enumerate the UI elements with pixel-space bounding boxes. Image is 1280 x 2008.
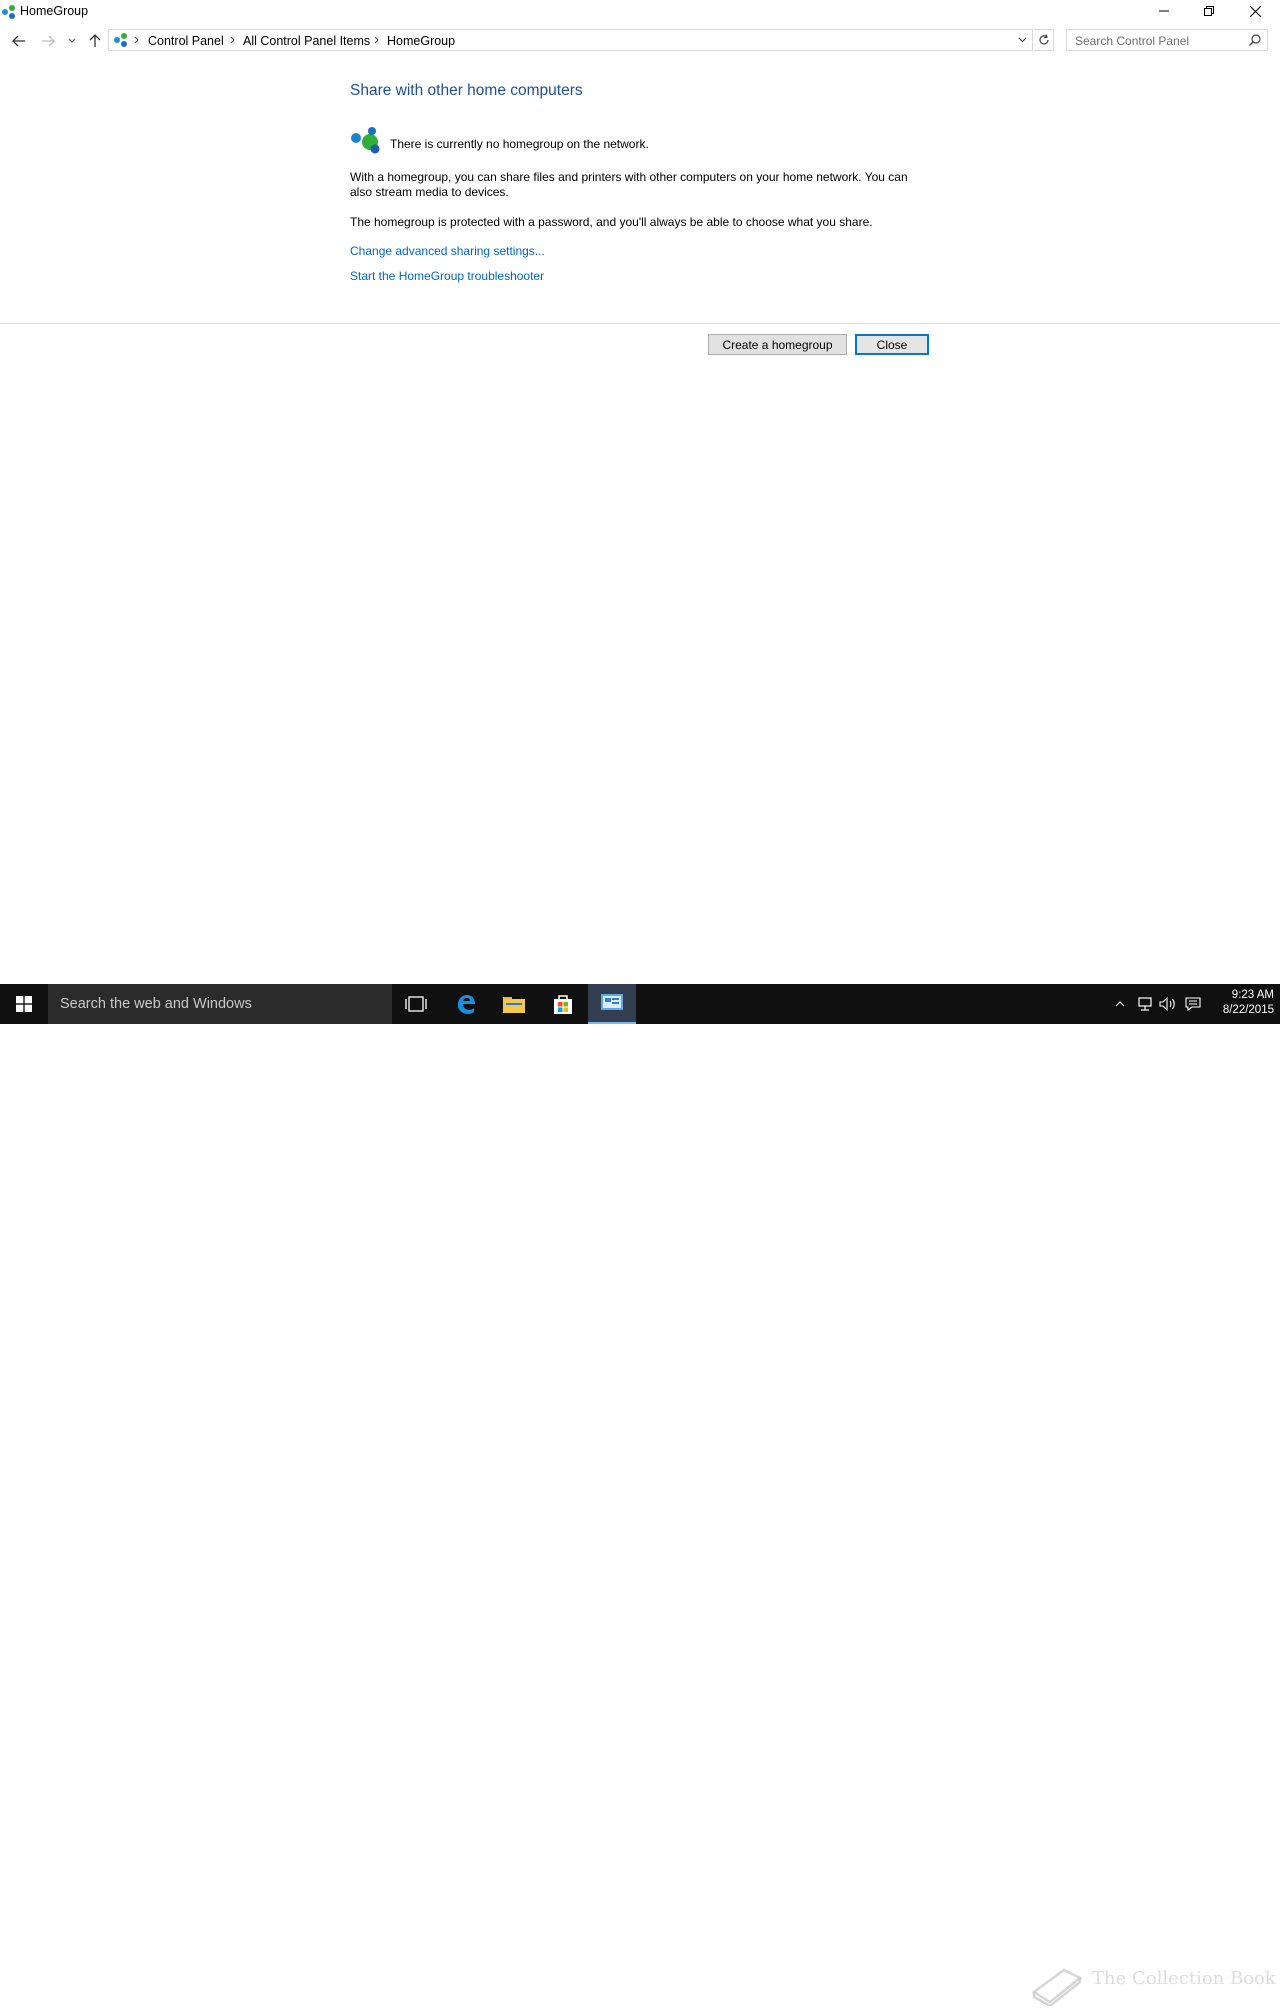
address-bar[interactable]: Control Panel All Control Panel Items Ho… bbox=[108, 29, 1033, 51]
troubleshooter-link[interactable]: Start the HomeGroup troubleshooter bbox=[350, 269, 544, 283]
search-placeholder: Search Control Panel bbox=[1075, 34, 1190, 48]
restore-icon bbox=[1204, 6, 1214, 16]
taskbar-search-box[interactable]: Search the web and Windows bbox=[48, 984, 392, 1024]
watermark-text: The Collection Book bbox=[1092, 1968, 1276, 1989]
title-bar: HomeGroup bbox=[0, 0, 1280, 24]
restore-button[interactable] bbox=[1186, 0, 1232, 22]
store-icon bbox=[554, 995, 572, 1014]
chevron-right-icon bbox=[230, 36, 235, 44]
notification-icon bbox=[1185, 997, 1201, 1011]
chevron-down-icon bbox=[68, 38, 76, 43]
homegroup-status-icon bbox=[351, 127, 380, 154]
chevron-right-icon bbox=[134, 36, 139, 44]
volume-tray-button[interactable] bbox=[1158, 994, 1178, 1014]
navigation-bar: Control Panel All Control Panel Items Ho… bbox=[0, 28, 1280, 54]
breadcrumb-control-panel[interactable]: Control Panel bbox=[148, 34, 224, 48]
address-dropdown-button[interactable] bbox=[1012, 30, 1032, 50]
book-logo-icon bbox=[1031, 1968, 1083, 2006]
up-button[interactable] bbox=[86, 31, 104, 51]
breadcrumb-all-items[interactable]: All Control Panel Items bbox=[243, 34, 370, 48]
description-paragraph: With a homegroup, you can share files an… bbox=[350, 170, 908, 199]
action-center-button[interactable] bbox=[1183, 994, 1203, 1014]
task-view-icon bbox=[405, 996, 427, 1012]
arrow-up-icon bbox=[89, 34, 101, 47]
arrow-left-icon bbox=[12, 35, 25, 47]
watermark: The Collection Book bbox=[1030, 1962, 1276, 2008]
network-tray-button[interactable] bbox=[1134, 994, 1154, 1014]
edge-icon bbox=[458, 995, 475, 1014]
create-homegroup-button[interactable]: Create a homegroup bbox=[708, 334, 847, 355]
minimize-icon bbox=[1159, 10, 1169, 12]
start-button[interactable] bbox=[0, 984, 48, 1024]
network-icon bbox=[1138, 997, 1152, 1011]
task-view-button[interactable] bbox=[392, 984, 440, 1024]
homegroup-icon bbox=[114, 33, 127, 47]
window-title: HomeGroup bbox=[20, 4, 89, 18]
control-panel-icon bbox=[601, 994, 623, 1010]
chevron-up-icon bbox=[1115, 1001, 1125, 1007]
forward-button[interactable] bbox=[39, 31, 57, 51]
close-window-button[interactable] bbox=[1232, 0, 1278, 22]
divider bbox=[0, 323, 1280, 324]
close-button[interactable]: Close bbox=[855, 334, 929, 355]
password-info-paragraph: The homegroup is protected with a passwo… bbox=[350, 215, 873, 229]
control-panel-app-button[interactable] bbox=[588, 984, 636, 1024]
folder-icon bbox=[503, 997, 525, 1013]
breadcrumb-homegroup[interactable]: HomeGroup bbox=[387, 34, 455, 48]
file-explorer-button[interactable] bbox=[490, 984, 538, 1024]
clock-date: 8/22/2015 bbox=[1222, 1004, 1274, 1016]
store-app-button[interactable] bbox=[539, 984, 587, 1024]
page-heading: Share with other home computers bbox=[350, 82, 583, 99]
homegroup-icon bbox=[2, 5, 15, 19]
arrow-right-icon bbox=[42, 35, 55, 47]
back-button[interactable] bbox=[10, 31, 28, 51]
volume-icon bbox=[1159, 997, 1175, 1011]
windows-logo-icon bbox=[16, 996, 32, 1012]
taskbar: Search the web and Windows The Collectio… bbox=[0, 984, 1280, 2006]
edge-app-button[interactable] bbox=[442, 984, 490, 1024]
clock-time: 9:23 AM bbox=[1231, 989, 1274, 1001]
minimize-button[interactable] bbox=[1141, 0, 1187, 22]
chevron-down-icon bbox=[1018, 37, 1026, 43]
advanced-sharing-link[interactable]: Change advanced sharing settings... bbox=[350, 244, 545, 258]
taskbar-search-text: Search the web and Windows bbox=[60, 996, 252, 1012]
chevron-right-icon bbox=[374, 36, 379, 44]
search-input[interactable]: Search Control Panel bbox=[1066, 29, 1268, 51]
status-message: There is currently no homegroup on the n… bbox=[390, 137, 649, 151]
close-icon bbox=[1249, 5, 1261, 17]
recent-locations-button[interactable] bbox=[63, 31, 81, 51]
search-icon bbox=[1249, 34, 1261, 46]
show-hidden-icons-button[interactable] bbox=[1110, 994, 1130, 1014]
refresh-icon bbox=[1038, 34, 1049, 45]
refresh-button[interactable] bbox=[1034, 29, 1054, 51]
clock[interactable]: 9:23 AM 8/22/2015 bbox=[1208, 988, 1274, 1018]
